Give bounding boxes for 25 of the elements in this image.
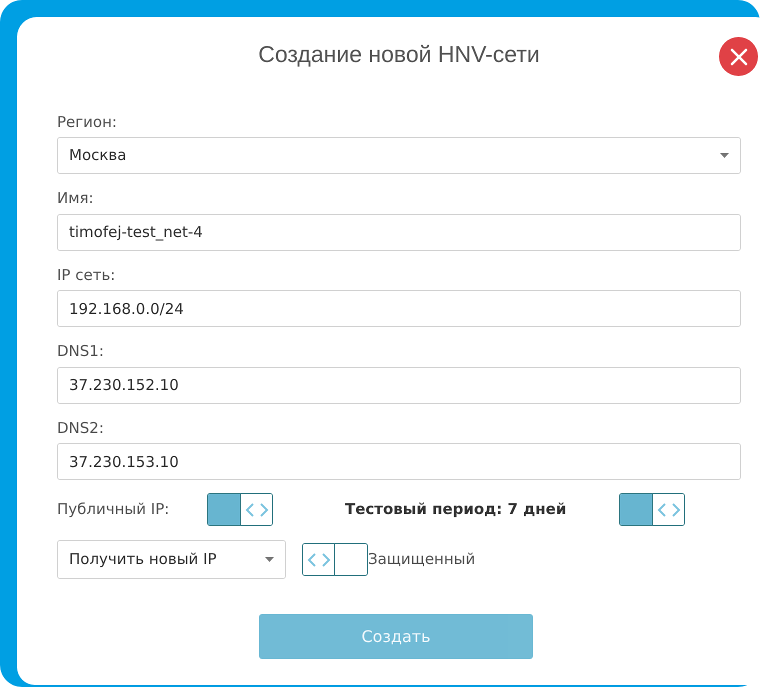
field-label: Имя:: [57, 188, 94, 209]
field-label: Публичный IP:: [57, 499, 170, 520]
caret-icon: [265, 556, 274, 562]
region-select[interactable]: Москва: [57, 137, 741, 174]
chevrons-icon: [656, 502, 680, 518]
input-field[interactable]: timofej-test_net-4: [57, 214, 741, 250]
close-icon: [730, 48, 748, 66]
toggle-switch[interactable]: [302, 543, 368, 576]
caret-icon: [720, 152, 729, 158]
input-field[interactable]: 192.168.0.0/24: [57, 290, 741, 327]
chevrons-icon: [306, 552, 330, 568]
input-field[interactable]: 37.230.153.10: [57, 443, 741, 480]
ip-select[interactable]: Получить новый IP: [57, 540, 286, 579]
dialog-title: Создание новой HNV-сети: [258, 41, 540, 67]
toggle-label: Защищенный: [368, 549, 476, 570]
toggle-switch[interactable]: [207, 493, 273, 526]
input-field[interactable]: 37.230.152.10: [57, 366, 741, 404]
field-label: IP сеть:: [57, 264, 116, 286]
field-label: Регион:: [57, 112, 117, 132]
chevrons-icon: [244, 502, 268, 518]
toggle-switch[interactable]: [619, 493, 685, 526]
field-label: Тестовый период: 7 дней: [345, 499, 568, 520]
field-label: DNS1:: [57, 341, 104, 362]
field-label: DNS2:: [57, 418, 104, 438]
close-button[interactable]: [719, 37, 758, 76]
